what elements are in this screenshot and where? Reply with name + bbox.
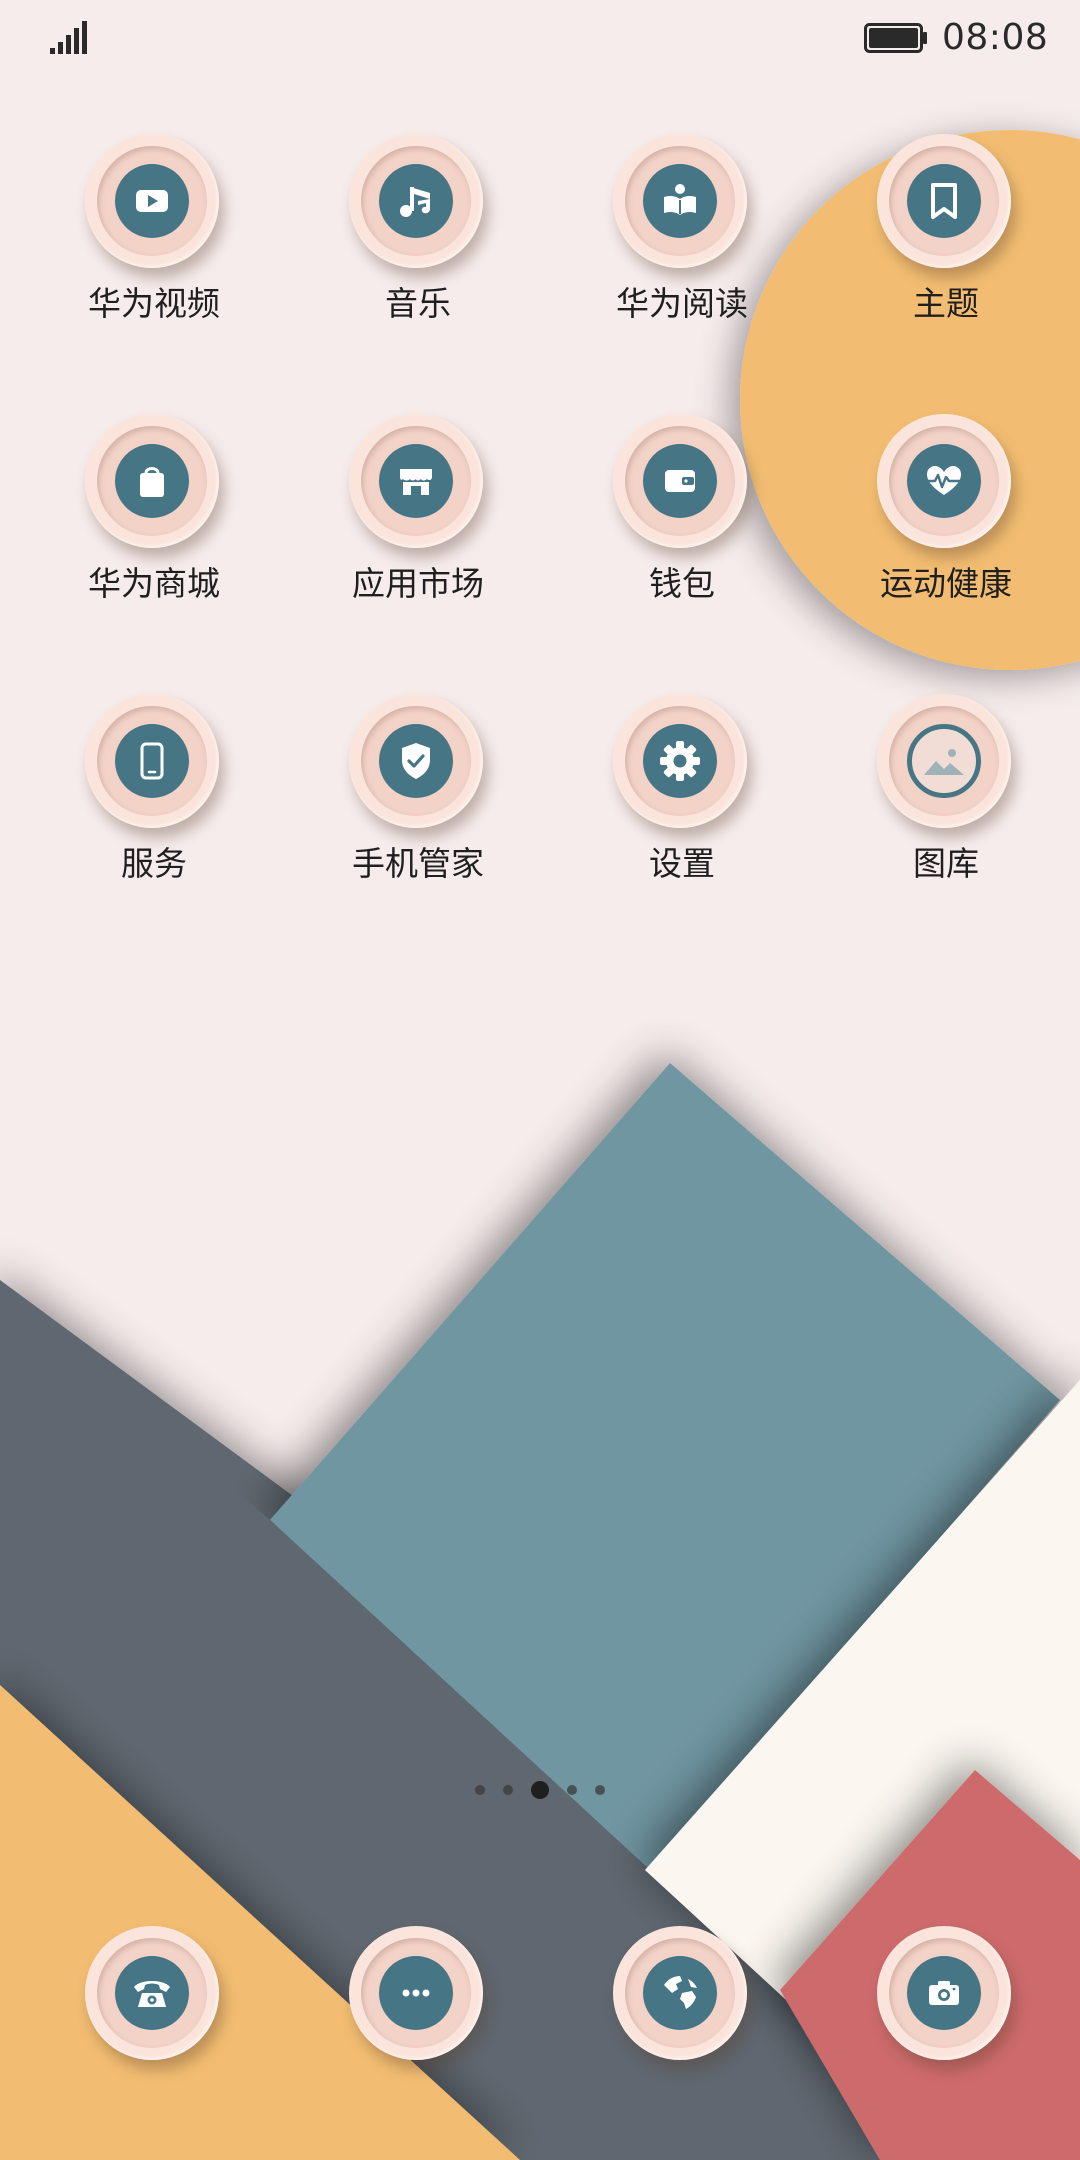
app-label: 华为视频 [88,284,220,323]
app-themes[interactable]: 主题 [814,128,1078,408]
app-appgallery[interactable]: 应用市场 [286,408,550,688]
dock-camera[interactable] [814,1920,1078,2080]
page-dot[interactable] [475,1785,485,1795]
app-music[interactable]: 音乐 [286,128,550,408]
home-screen: 08:08 华为视频 音乐 华为阅读 主题 华为商城 应用市场 钱包 运动健康 … [0,0,1080,2160]
app-label: 设置 [649,844,715,883]
app-huawei-video[interactable]: 华为视频 [22,128,286,408]
gear-icon [660,741,700,781]
page-dot[interactable] [503,1785,513,1795]
app-grid: 华为视频 音乐 华为阅读 主题 华为商城 应用市场 钱包 运动健康 服务 手机管… [22,128,1078,968]
bookmark-icon [931,183,957,219]
shield-check-icon [402,743,430,779]
app-label: 应用市场 [352,564,484,603]
app-huawei-mall[interactable]: 华为商城 [22,408,286,688]
wallet-icon [665,470,695,492]
store-icon [400,469,432,495]
shopping-bag-icon [140,467,164,497]
phone-card-icon [140,742,164,780]
page-dot[interactable] [595,1785,605,1795]
battery-icon [864,23,927,53]
phone-icon [134,1981,170,2007]
music-icon [400,187,430,217]
app-label: 主题 [913,284,979,323]
camera-icon [929,1981,959,2005]
app-settings[interactable]: 设置 [550,688,814,968]
app-label: 华为商城 [88,564,220,603]
page-indicator[interactable] [0,1780,1080,1800]
app-phone-manager[interactable]: 手机管家 [286,688,550,968]
dock-phone[interactable] [22,1920,286,2080]
page-dot-active[interactable] [531,1781,549,1799]
signal-icon [50,21,87,54]
app-label: 运动健康 [880,564,1012,603]
app-gallery[interactable]: 图库 [814,688,1078,968]
app-label: 钱包 [649,564,715,603]
status-time: 08:08 [942,17,1049,58]
dock [22,1920,1078,2080]
browser-globe-icon [664,1976,697,2009]
app-label: 手机管家 [352,844,484,883]
app-label: 服务 [121,844,187,883]
dock-messages[interactable] [286,1920,550,2080]
heart-pulse-icon [925,466,963,495]
app-label: 音乐 [385,284,451,323]
gallery-icon [924,749,964,775]
dock-browser[interactable] [550,1920,814,2080]
app-label: 图库 [913,844,979,883]
reader-icon [664,184,696,215]
messages-icon [402,1989,430,1997]
app-services[interactable]: 服务 [22,688,286,968]
app-label: 华为阅读 [616,284,748,323]
video-icon [136,190,168,212]
app-huawei-reader[interactable]: 华为阅读 [550,128,814,408]
app-health[interactable]: 运动健康 [814,408,1078,688]
status-bar: 08:08 [0,0,1080,80]
page-dot[interactable] [567,1785,577,1795]
app-wallet[interactable]: 钱包 [550,408,814,688]
